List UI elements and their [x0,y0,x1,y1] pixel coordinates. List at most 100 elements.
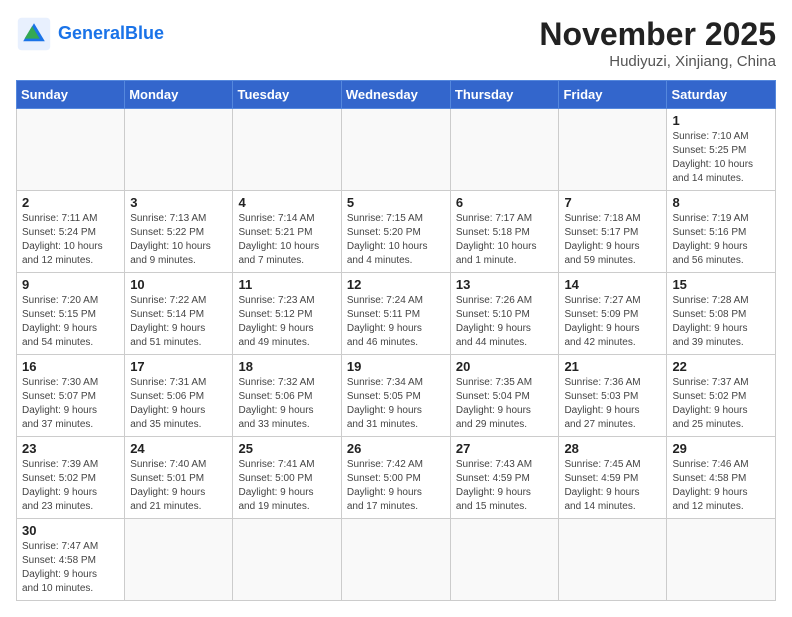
calendar-week-2: 2Sunrise: 7:11 AM Sunset: 5:24 PM Daylig… [17,191,776,273]
day-number: 29 [672,441,770,456]
calendar-cell: 23 Sunrise: 7:39 AM Sunset: 5:02 PM Dayli… [17,437,125,519]
day-number: 22 [672,359,770,374]
logo-blue: Blue [125,23,164,43]
day-info: Sunrise: 7:36 AM Sunset: 5:03 PM Dayligh… [564,376,661,432]
calendar-cell [559,109,667,191]
day-number: 13 [456,277,554,292]
day-info: Sunrise: 7:26 AM Sunset: 5:10 PM Dayligh… [456,294,554,350]
calendar-cell [341,109,450,191]
calendar-cell: 17Sunrise: 7:31 AM Sunset: 5:06 PM Dayli… [125,355,233,437]
day-number: 3 [130,195,227,210]
day-info: Sunrise: 7:32 AM Sunset: 5:06 PM Dayligh… [238,376,335,432]
calendar-cell: 20 Sunrise: 7:35 AM Sunset: 5:04 PM Dayli… [450,355,559,437]
calendar-cell: 10 Sunrise: 7:22 AM Sunset: 5:14 PM Dayli… [125,273,233,355]
day-number: 18 [238,359,335,374]
day-info: Sunrise: 7:47 AM Sunset: 4:58 PM Dayligh… [22,540,119,596]
day-info: Sunrise: 7:42 AM Sunset: 5:00 PM Dayligh… [347,458,445,514]
weekday-header-row: SundayMondayTuesdayWednesdayThursdayFrid… [17,81,776,109]
weekday-header-saturday: Saturday [667,81,776,109]
calendar-table: SundayMondayTuesdayWednesdayThursdayFrid… [16,80,776,601]
calendar-header: SundayMondayTuesdayWednesdayThursdayFrid… [17,81,776,109]
day-info: Sunrise: 7:20 AM Sunset: 5:15 PM Dayligh… [22,294,119,350]
calendar-cell: 4 Sunrise: 7:14 AM Sunset: 5:21 PM Daylig… [233,191,341,273]
calendar-week-3: 9Sunrise: 7:20 AM Sunset: 5:15 PM Daylig… [17,273,776,355]
calendar-cell: 26 Sunrise: 7:42 AM Sunset: 5:00 PM Dayli… [341,437,450,519]
calendar-cell: 14 Sunrise: 7:27 AM Sunset: 5:09 PM Dayli… [559,273,667,355]
weekday-header-friday: Friday [559,81,667,109]
day-number: 24 [130,441,227,456]
calendar-cell: 8 Sunrise: 7:19 AM Sunset: 5:16 PM Daylig… [667,191,776,273]
weekday-header-wednesday: Wednesday [341,81,450,109]
day-info: Sunrise: 7:45 AM Sunset: 4:59 PM Dayligh… [564,458,661,514]
calendar-cell: 28 Sunrise: 7:45 AM Sunset: 4:59 PM Dayli… [559,437,667,519]
day-number: 11 [238,277,335,292]
calendar-week-4: 16 Sunrise: 7:30 AM Sunset: 5:07 PM Dayli… [17,355,776,437]
calendar-cell [450,519,559,601]
calendar-cell: 16 Sunrise: 7:30 AM Sunset: 5:07 PM Dayli… [17,355,125,437]
calendar-cell [125,109,233,191]
calendar-cell [341,519,450,601]
day-info: Sunrise: 7:15 AM Sunset: 5:20 PM Dayligh… [347,212,445,268]
day-info: Sunrise: 7:23 AM Sunset: 5:12 PM Dayligh… [238,294,335,350]
day-info: Sunrise: 7:34 AM Sunset: 5:05 PM Dayligh… [347,376,445,432]
calendar-cell [233,109,341,191]
day-info: Sunrise: 7:35 AM Sunset: 5:04 PM Dayligh… [456,376,554,432]
logo-icon [16,16,52,52]
calendar-week-1: 1 Sunrise: 7:10 AM Sunset: 5:25 PM Daylig… [17,109,776,191]
calendar-cell [559,519,667,601]
day-number: 21 [564,359,661,374]
day-number: 1 [672,113,770,128]
calendar-week-5: 23 Sunrise: 7:39 AM Sunset: 5:02 PM Dayli… [17,437,776,519]
calendar-cell: 21 Sunrise: 7:36 AM Sunset: 5:03 PM Dayli… [559,355,667,437]
day-info: Sunrise: 7:30 AM Sunset: 5:07 PM Dayligh… [22,376,119,432]
day-info: Sunrise: 7:14 AM Sunset: 5:21 PM Dayligh… [238,212,335,268]
day-info: Sunrise: 7:22 AM Sunset: 5:14 PM Dayligh… [130,294,227,350]
calendar-cell: 7Sunrise: 7:18 AM Sunset: 5:17 PM Daylig… [559,191,667,273]
day-number: 12 [347,277,445,292]
day-info: Sunrise: 7:13 AM Sunset: 5:22 PM Dayligh… [130,212,227,268]
day-info: Sunrise: 7:24 AM Sunset: 5:11 PM Dayligh… [347,294,445,350]
logo-text: GeneralBlue [58,24,164,44]
day-info: Sunrise: 7:46 AM Sunset: 4:58 PM Dayligh… [672,458,770,514]
day-number: 27 [456,441,554,456]
day-info: Sunrise: 7:40 AM Sunset: 5:01 PM Dayligh… [130,458,227,514]
day-number: 19 [347,359,445,374]
calendar-cell: 24 Sunrise: 7:40 AM Sunset: 5:01 PM Dayli… [125,437,233,519]
logo: GeneralBlue [16,16,164,52]
day-info: Sunrise: 7:31 AM Sunset: 5:06 PM Dayligh… [130,376,227,432]
calendar-body: 1 Sunrise: 7:10 AM Sunset: 5:25 PM Daylig… [17,109,776,601]
month-title: November 2025 [539,16,776,53]
calendar-cell: 12 Sunrise: 7:24 AM Sunset: 5:11 PM Dayli… [341,273,450,355]
day-number: 14 [564,277,661,292]
calendar-cell: 9Sunrise: 7:20 AM Sunset: 5:15 PM Daylig… [17,273,125,355]
day-info: Sunrise: 7:39 AM Sunset: 5:02 PM Dayligh… [22,458,119,514]
day-info: Sunrise: 7:10 AM Sunset: 5:25 PM Dayligh… [672,130,770,186]
day-number: 16 [22,359,119,374]
calendar-cell: 3 Sunrise: 7:13 AM Sunset: 5:22 PM Daylig… [125,191,233,273]
calendar-cell [17,109,125,191]
weekday-header-tuesday: Tuesday [233,81,341,109]
day-info: Sunrise: 7:27 AM Sunset: 5:09 PM Dayligh… [564,294,661,350]
day-number: 8 [672,195,770,210]
calendar-cell: 13 Sunrise: 7:26 AM Sunset: 5:10 PM Dayli… [450,273,559,355]
calendar-cell: 2Sunrise: 7:11 AM Sunset: 5:24 PM Daylig… [17,191,125,273]
calendar-cell: 19 Sunrise: 7:34 AM Sunset: 5:05 PM Dayli… [341,355,450,437]
calendar-cell: 25Sunrise: 7:41 AM Sunset: 5:00 PM Dayli… [233,437,341,519]
day-info: Sunrise: 7:28 AM Sunset: 5:08 PM Dayligh… [672,294,770,350]
title-block: November 2025 Hudiyuzi, Xinjiang, China [539,16,776,70]
calendar-cell [125,519,233,601]
day-number: 20 [456,359,554,374]
day-info: Sunrise: 7:11 AM Sunset: 5:24 PM Dayligh… [22,212,119,268]
calendar-cell: 27 Sunrise: 7:43 AM Sunset: 4:59 PM Dayli… [450,437,559,519]
day-number: 28 [564,441,661,456]
day-number: 26 [347,441,445,456]
calendar-cell [450,109,559,191]
day-info: Sunrise: 7:43 AM Sunset: 4:59 PM Dayligh… [456,458,554,514]
day-number: 4 [238,195,335,210]
calendar-cell: 5Sunrise: 7:15 AM Sunset: 5:20 PM Daylig… [341,191,450,273]
day-number: 23 [22,441,119,456]
day-info: Sunrise: 7:19 AM Sunset: 5:16 PM Dayligh… [672,212,770,268]
day-number: 10 [130,277,227,292]
page-header: GeneralBlue November 2025 Hudiyuzi, Xinj… [16,16,776,70]
calendar-cell: 30Sunrise: 7:47 AM Sunset: 4:58 PM Dayli… [17,519,125,601]
